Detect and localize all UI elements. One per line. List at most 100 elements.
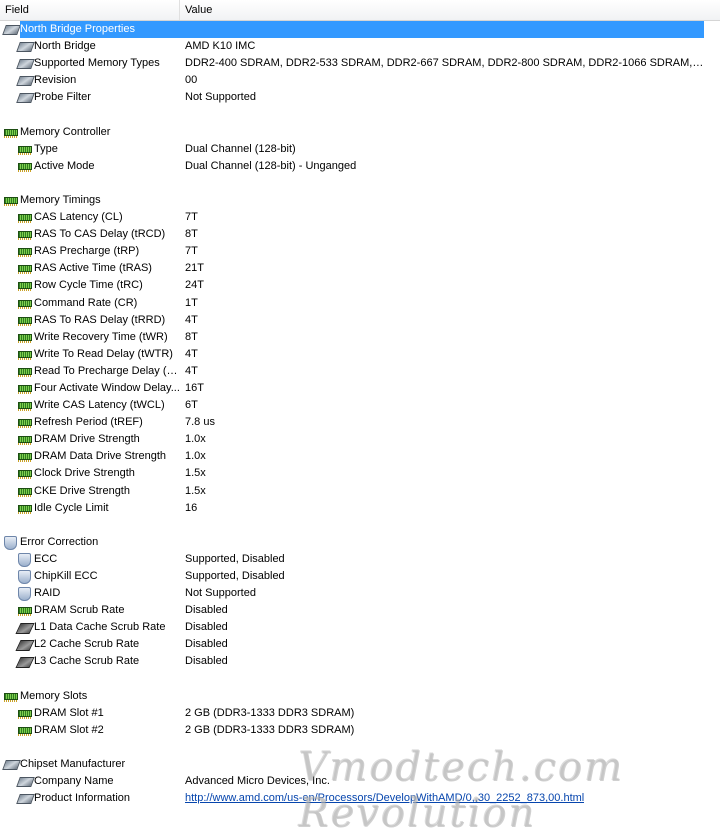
property-row[interactable]: Type Dual Channel (128-bit) <box>0 141 720 158</box>
field-label: DRAM Scrub Rate <box>34 604 125 617</box>
property-row[interactable]: North Bridge AMD K10 IMC <box>0 38 720 55</box>
memory-module-icon <box>18 419 32 429</box>
field-label: DRAM Drive Strength <box>34 433 140 446</box>
field-label: Write To Read Delay (tWTR) <box>34 347 173 360</box>
field-value: 1.5x <box>185 484 206 497</box>
field-value: 4T <box>185 347 198 360</box>
field-value: 1.5x <box>185 467 206 480</box>
property-row[interactable]: L2 Cache Scrub Rate Disabled <box>0 636 720 653</box>
property-row[interactable]: RAS Precharge (tRP) 7T <box>0 243 720 260</box>
field-value: 21T <box>185 262 204 275</box>
memory-module-icon <box>18 145 32 155</box>
property-row[interactable]: Clock Drive Strength 1.5x <box>0 465 720 482</box>
memory-module-icon <box>18 162 32 172</box>
memory-module-icon <box>18 607 32 617</box>
property-row[interactable]: Revision 00 <box>0 72 720 89</box>
property-row[interactable]: DRAM Drive Strength 1.0x <box>0 431 720 448</box>
field-value: 16T <box>185 381 204 394</box>
property-row[interactable]: Company Name Advanced Micro Devices, Inc. <box>0 773 720 790</box>
property-row[interactable]: L3 Cache Scrub Rate Disabled <box>0 653 720 670</box>
field-label: Write Recovery Time (tWR) <box>34 330 168 343</box>
cache-chip-icon <box>15 640 35 652</box>
category-row[interactable]: North Bridge Properties <box>0 21 720 38</box>
property-row[interactable]: DRAM Slot #1 2 GB (DDR3-1333 DDR3 SDRAM) <box>0 705 720 722</box>
value-column-header[interactable]: Value <box>180 0 720 20</box>
field-value: AMD K10 IMC <box>185 40 256 53</box>
category-label: Memory Timings <box>20 193 101 206</box>
field-column-header[interactable]: Field <box>0 0 180 20</box>
property-row[interactable]: RAS To CAS Delay (tRCD) 8T <box>0 226 720 243</box>
property-row[interactable]: Write To Read Delay (tWTR) 4T <box>0 346 720 363</box>
property-row[interactable]: ChipKill ECC Supported, Disabled <box>0 568 720 585</box>
property-row[interactable]: RAID Not Supported <box>0 585 720 602</box>
property-row[interactable]: Row Cycle Time (tRC) 24T <box>0 277 720 294</box>
field-label: RAID <box>34 587 61 600</box>
field-value: Supported, Disabled <box>185 552 285 565</box>
category-row[interactable]: Memory Controller <box>0 124 720 141</box>
field-value: Advanced Micro Devices, Inc. <box>185 775 330 788</box>
property-row[interactable]: Read To Precharge Delay (tR... 4T <box>0 363 720 380</box>
field-value: 2 GB (DDR3-1333 DDR3 SDRAM) <box>185 723 355 736</box>
property-row[interactable]: RAS To RAS Delay (tRRD) 4T <box>0 312 720 329</box>
category-row[interactable]: Error Correction <box>0 534 720 551</box>
chip-icon <box>16 42 35 53</box>
property-row[interactable]: CKE Drive Strength 1.5x <box>0 483 720 500</box>
memory-module-icon <box>4 196 18 206</box>
property-row[interactable]: DRAM Scrub Rate Disabled <box>0 602 720 619</box>
memory-module-icon <box>18 487 32 497</box>
chip-icon <box>16 794 35 805</box>
field-label: RAS Active Time (tRAS) <box>34 262 152 275</box>
field-label: Command Rate (CR) <box>34 296 138 309</box>
memory-module-icon <box>18 316 32 326</box>
field-value: Disabled <box>185 604 228 617</box>
category-row[interactable]: Memory Timings <box>0 192 720 209</box>
field-label: L1 Data Cache Scrub Rate <box>34 621 166 634</box>
field-value: Not Supported <box>185 587 256 600</box>
field-label: CKE Drive Strength <box>34 484 130 497</box>
spacer-row <box>0 739 720 756</box>
field-label: Idle Cycle Limit <box>34 501 109 514</box>
field-value: 8T <box>185 330 198 343</box>
field-label: Row Cycle Time (tRC) <box>34 279 143 292</box>
property-row[interactable]: CAS Latency (CL) 7T <box>0 209 720 226</box>
field-label: Revision <box>34 74 77 87</box>
property-row[interactable]: RAS Active Time (tRAS) 21T <box>0 260 720 277</box>
memory-module-icon <box>18 470 32 480</box>
field-label: Product Information <box>34 792 130 805</box>
property-row[interactable]: Four Activate Window Delay... 16T <box>0 380 720 397</box>
spacer-row <box>0 106 720 123</box>
category-label: Chipset Manufacturer <box>20 758 126 771</box>
property-row[interactable]: L1 Data Cache Scrub Rate Disabled <box>0 619 720 636</box>
product-info-link[interactable]: http://www.amd.com/us-en/Processors/Deve… <box>185 790 584 807</box>
memory-module-icon <box>18 367 32 377</box>
field-label: Refresh Period (tREF) <box>34 416 143 429</box>
field-value: Disabled <box>185 638 228 651</box>
property-row[interactable]: Command Rate (CR) 1T <box>0 295 720 312</box>
field-label: Active Mode <box>34 159 95 172</box>
category-row[interactable]: Memory Slots <box>0 688 720 705</box>
memory-module-icon <box>18 333 32 343</box>
property-row[interactable]: DRAM Data Drive Strength 1.0x <box>0 448 720 465</box>
field-value: Dual Channel (128-bit) <box>185 142 296 155</box>
field-label: L3 Cache Scrub Rate <box>34 655 140 668</box>
shield-icon <box>18 552 31 567</box>
field-value: Not Supported <box>185 91 256 104</box>
property-row[interactable]: DRAM Slot #2 2 GB (DDR3-1333 DDR3 SDRAM) <box>0 722 720 739</box>
property-row[interactable]: ECC Supported, Disabled <box>0 551 720 568</box>
property-row[interactable]: Supported Memory Types DDR2-400 SDRAM, DD… <box>0 55 720 72</box>
field-value: Disabled <box>185 655 228 668</box>
property-row[interactable]: Active Mode Dual Channel (128-bit) - Unga… <box>0 158 720 175</box>
property-row[interactable]: Write CAS Latency (tWCL) 6T <box>0 397 720 414</box>
field-label: L2 Cache Scrub Rate <box>34 638 140 651</box>
field-value: 7T <box>185 211 198 224</box>
property-row[interactable]: Probe Filter Not Supported <box>0 89 720 106</box>
property-row[interactable]: Product Information http://www.amd.com/us… <box>0 790 720 807</box>
chip-icon <box>16 59 35 70</box>
field-value: DDR2-400 SDRAM, DDR2-533 SDRAM, DDR2-667… <box>185 57 705 70</box>
property-row[interactable]: Write Recovery Time (tWR) 8T <box>0 329 720 346</box>
category-row[interactable]: Chipset Manufacturer <box>0 756 720 773</box>
property-row[interactable]: Idle Cycle Limit 16 <box>0 500 720 517</box>
field-label: CAS Latency (CL) <box>34 211 123 224</box>
property-row[interactable]: Refresh Period (tREF) 7.8 us <box>0 414 720 431</box>
memory-module-icon <box>18 402 32 412</box>
